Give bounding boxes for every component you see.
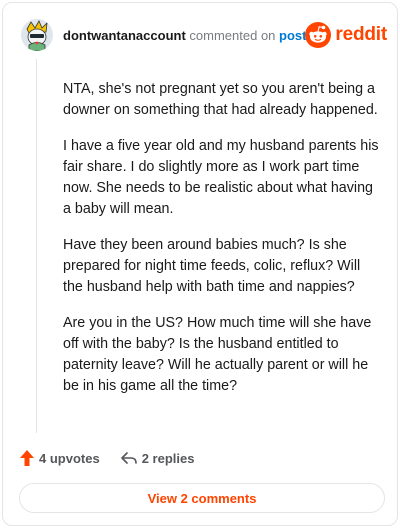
reddit-brand[interactable]: reddit: [305, 21, 387, 49]
upvote-count: 4 upvotes: [39, 450, 100, 466]
view-comments-button[interactable]: View 2 comments: [19, 483, 385, 513]
comment-header: dontwantanaccount commented on post redd…: [17, 15, 387, 57]
replies-button[interactable]: 2 replies: [120, 450, 195, 466]
comment-card: dontwantanaccount commented on post redd…: [2, 2, 398, 526]
comment-paragraph: I have a five year old and my husband pa…: [63, 138, 379, 217]
upvote-button[interactable]: 4 upvotes: [19, 449, 100, 467]
post-link[interactable]: post: [279, 28, 306, 43]
comment-meta: dontwantanaccount commented on post: [63, 28, 306, 44]
comment-paragraph: NTA, she's not pregnant yet so you aren'…: [63, 81, 378, 118]
thread-line[interactable]: [36, 59, 37, 433]
comment-actions: 4 upvotes 2 replies: [19, 446, 194, 470]
avatar[interactable]: [21, 19, 53, 51]
username[interactable]: dontwantanaccount: [63, 28, 186, 43]
comment-body: NTA, she's not pregnant yet so you aren'…: [63, 79, 381, 412]
reddit-wordmark: reddit: [335, 24, 387, 45]
commented-on-text: commented on: [189, 28, 276, 43]
upvote-arrow-icon: [20, 450, 34, 466]
replies-count: 2 replies: [141, 450, 195, 466]
reply-icon: [120, 452, 137, 464]
comment-paragraph: Are you in the US? How much time will sh…: [63, 315, 372, 394]
comment-paragraph: Have they been around babies much? Is sh…: [63, 237, 361, 295]
reddit-logo-icon: [305, 22, 332, 48]
